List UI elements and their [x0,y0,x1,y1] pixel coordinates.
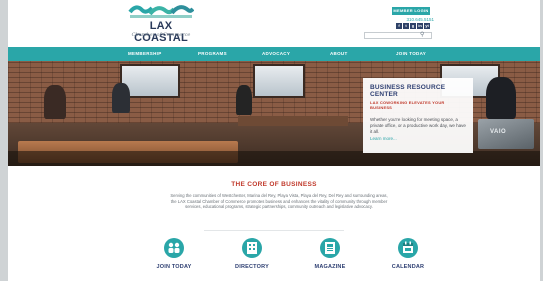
hero-person [236,85,252,115]
hero-desk [238,116,348,126]
nav-item-advocacy[interactable]: ADVOCACY [262,47,290,61]
feature-magazine[interactable]: MAGAZINE [300,238,360,270]
section-divider [204,230,344,231]
calendar-icon [398,238,418,258]
laptop-brand: VAIO [490,129,507,135]
card-title: BUSINESS RESOURCE CENTER [370,84,446,98]
member-login-button[interactable]: MEMBER LOGIN [392,7,430,15]
linkedin-icon[interactable]: in [417,23,423,29]
feature-label: DIRECTORY [235,264,269,270]
search-icon[interactable]: ⚲ [420,32,424,39]
page: LAX COASTAL Chamber of Commerce MEMBER L… [8,0,540,281]
feature-directory[interactable]: DIRECTORY [222,238,282,270]
nav-item-join-today[interactable]: JOIN TODAY [396,47,426,61]
twitter-icon[interactable]: t [403,23,409,29]
browser-frame-left [0,0,8,281]
youtube-icon[interactable]: yt [424,23,430,29]
building-icon [242,238,262,258]
core-title: THE CORE OF BUSINESS [231,181,317,188]
nav-item-membership[interactable]: MEMBERSHIP [128,47,162,61]
logo-waves-icon [128,2,194,20]
phone-number[interactable]: 310.645.5151 [394,17,434,22]
feature-label: CALENDAR [391,264,425,270]
magazine-icon [320,238,340,258]
social-links: f t g in yt [396,23,430,29]
people-icon [164,238,184,258]
hero-person [486,77,516,119]
card-body: Whether you're looking for meeting space… [370,117,466,134]
nav-item-about[interactable]: ABOUT [330,47,348,61]
google-plus-icon[interactable]: g [410,23,416,29]
hero-shadow [8,151,540,166]
hero-person [44,85,66,119]
main-nav: MEMBERSHIP PROGRAMS ADVOCACY ABOUT JOIN … [8,47,540,61]
feature-calendar[interactable]: CALENDAR [378,238,438,270]
core-description: Serving the communities of Westchester, … [170,193,388,210]
nav-item-programs[interactable]: PROGRAMS [198,47,227,61]
card-subtitle: LAX COWORKING ELEVATES YOUR BUSINESS [370,100,445,110]
hero-person [112,83,130,113]
learn-more-link[interactable]: Learn more... [370,136,466,141]
logo-tagline: Chamber of Commerce [131,32,191,38]
hero-window [253,64,305,98]
site-logo[interactable]: LAX COASTAL Chamber of Commerce [126,2,196,44]
feature-join-today[interactable]: JOIN TODAY [144,238,204,270]
business-resource-card: BUSINESS RESOURCE CENTER LAX COWORKING E… [363,78,473,153]
feature-label: MAGAZINE [314,264,346,270]
facebook-icon[interactable]: f [396,23,402,29]
feature-label: JOIN TODAY [156,264,192,270]
